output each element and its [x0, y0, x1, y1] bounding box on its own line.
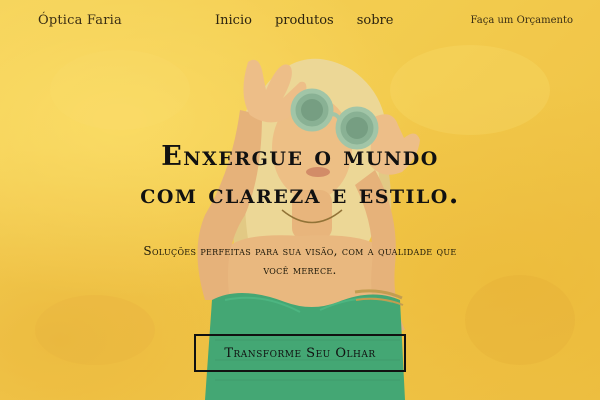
brand-logo[interactable]: Óptica Faria	[38, 13, 122, 28]
headline-line-1: Enxergue o mundo	[161, 141, 439, 172]
transform-cta-button[interactable]: Transforme Seu Olhar	[194, 334, 406, 372]
headline-line-2: com clareza e estilo.	[140, 179, 460, 210]
nav-link-sobre[interactable]: sobre	[357, 13, 394, 28]
hero-subtitle: Soluções perfeitas para sua visão, com a…	[0, 242, 600, 280]
quote-link[interactable]: Faça um Orçamento	[471, 15, 574, 26]
top-navbar: Óptica Faria Inicio produtos sobre Faça …	[0, 0, 600, 44]
hero-section: Óptica Faria Inicio produtos sobre Faça …	[0, 0, 600, 400]
nav-link-produtos[interactable]: produtos	[275, 13, 334, 28]
subtitle-line-1: Soluções perfeitas para sua visão, com a…	[143, 244, 457, 258]
subtitle-line-2: você merece.	[263, 263, 337, 277]
hero-headline: Enxergue o mundo com clareza e estilo.	[0, 138, 600, 214]
nav-link-inicio[interactable]: Inicio	[215, 13, 252, 28]
main-menu: Inicio produtos sobre	[215, 13, 393, 28]
